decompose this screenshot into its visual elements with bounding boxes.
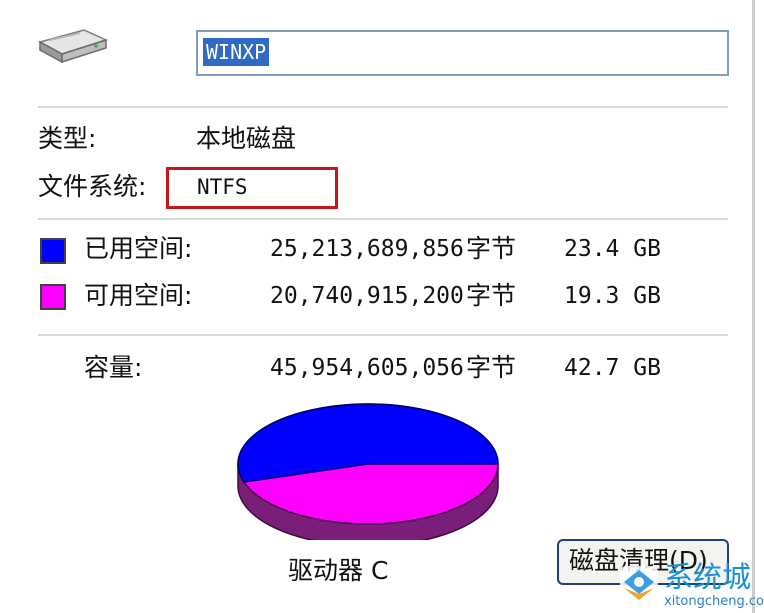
used-space-size: 23.4 GB	[564, 236, 661, 262]
separator-capacity	[38, 334, 728, 336]
volume-name-text: WINXP	[203, 38, 270, 66]
used-space-label: 已用空间:	[84, 234, 193, 263]
filesystem-highlight-box	[166, 167, 338, 209]
separator-middle	[38, 218, 728, 220]
used-space-swatch	[40, 238, 66, 264]
volume-name-input[interactable]: WINXP	[196, 30, 729, 76]
capacity-bytes: 45,954,605,056	[270, 355, 464, 381]
filesystem-value: NTFS	[197, 175, 248, 199]
separator-top	[38, 106, 728, 108]
capacity-label: 容量:	[84, 353, 143, 382]
window-right-border	[752, 0, 755, 613]
watermark-text: 系统城	[664, 560, 752, 594]
used-space-unit: 字节	[466, 234, 517, 263]
free-space-label: 可用空间:	[84, 281, 193, 310]
capacity-unit: 字节	[466, 353, 517, 382]
used-space-bytes: 25,213,689,856	[270, 236, 464, 262]
type-value: 本地磁盘	[196, 124, 297, 153]
xitongcheng-logo-icon	[620, 566, 658, 604]
type-label: 类型:	[38, 124, 97, 153]
watermark-url: xitongcheng.com	[664, 594, 764, 609]
hard-drive-icon	[38, 29, 108, 64]
free-space-swatch	[40, 284, 66, 310]
capacity-size: 42.7 GB	[564, 355, 661, 381]
disk-usage-pie-chart	[237, 403, 499, 540]
drive-label: 驱动器 C	[288, 556, 389, 585]
free-space-size: 19.3 GB	[564, 283, 661, 309]
free-space-bytes: 20,740,915,200	[270, 283, 464, 309]
free-space-unit: 字节	[466, 281, 517, 310]
filesystem-label: 文件系统:	[38, 172, 147, 201]
disk-properties-window: WINXP 类型: 本地磁盘 文件系统: NTFS 已用空间: 25,213,6…	[0, 0, 764, 613]
